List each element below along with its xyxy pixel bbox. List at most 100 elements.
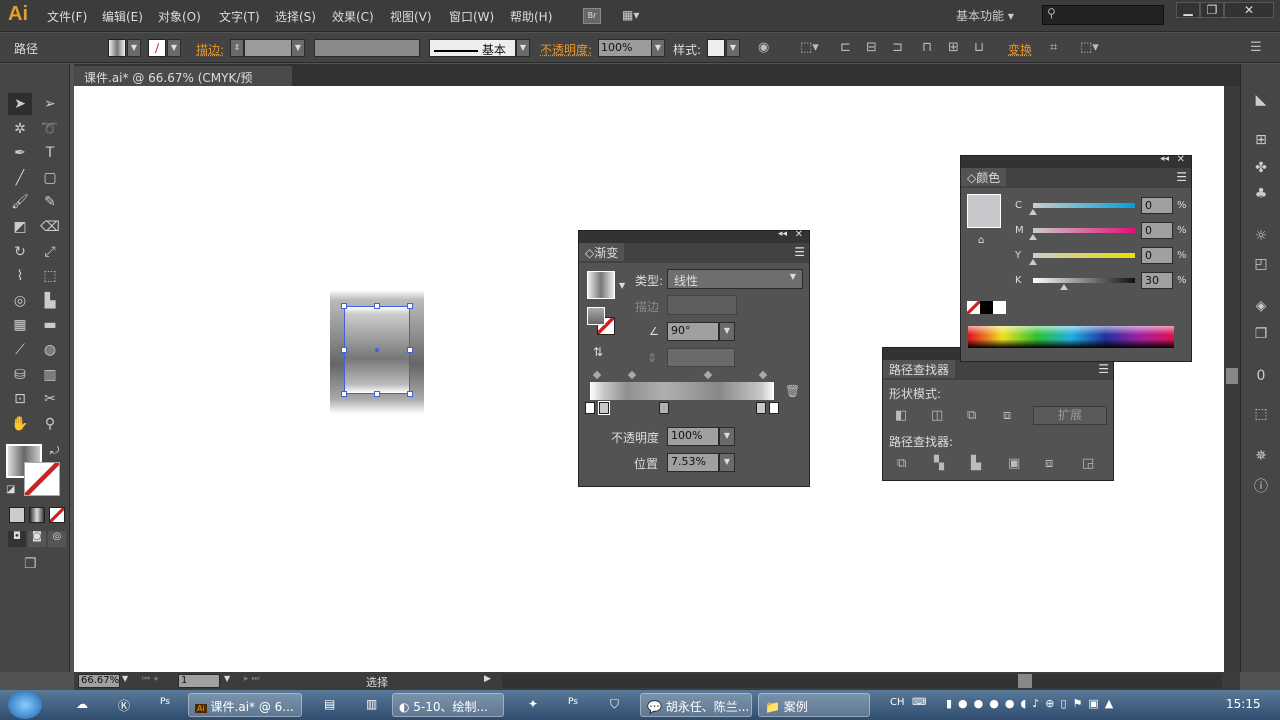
align-right-icon[interactable]: ⊐ [892,40,903,55]
screen-mode-icon[interactable]: ❐ [24,556,37,572]
free-transform-tool-icon[interactable]: ⬚ [38,265,62,287]
panel-header[interactable]: ◂◂ ✕ [961,154,1191,168]
club-symbol-icon[interactable]: ♣ [1251,186,1271,206]
restore-button[interactable]: ❐ [1200,2,1224,18]
gradient-midpoint[interactable] [628,370,637,380]
stroke-weight-dropdown[interactable]: ▼ [291,39,305,57]
next-page-button[interactable]: ▸ ⏭ [244,674,259,684]
intersect-button[interactable]: ⧉ [967,408,976,423]
channel-value-input[interactable]: 30 [1141,272,1173,289]
tab-color[interactable]: ◇颜色 [961,168,1007,186]
perspective-grid-tool-icon[interactable]: ▙ [38,290,62,312]
search-input[interactable]: ⚲ [1042,5,1164,25]
gradient-type-select[interactable]: 线性 ▼ [667,269,803,289]
align-left-icon[interactable]: ⊏ [840,40,851,55]
calculator-icon[interactable]: ▤ [318,693,341,717]
zoom-tool-icon[interactable]: ⚲ [38,413,62,435]
selection-handle[interactable] [341,347,347,353]
workspace-switcher[interactable]: 基本功能 ▾ [956,7,1014,24]
divide-button[interactable]: ⧉ [897,456,906,471]
selection-handle[interactable] [374,303,380,309]
gradient-midpoint[interactable] [593,370,602,380]
taskbar-item-chat[interactable]: 💬 胡永任、陈兰... [640,693,752,717]
collapse-icon[interactable]: ◂◂ [778,229,787,239]
page-dropdown[interactable]: ▼ [224,674,230,683]
stroke-weight-stepper[interactable]: ⇕ [230,39,244,57]
menu-item[interactable]: 文字(T) [219,8,260,25]
isolate-selected-icon[interactable]: ⌗ [1050,40,1057,55]
menu-item[interactable]: 文件(F) [47,8,87,25]
close-panel-icon[interactable]: ✕ [795,229,803,240]
grid-icon[interactable]: ⊞ [1251,132,1271,152]
default-colors-icon[interactable]: ◪ [6,484,15,495]
stop-position-input[interactable]: 7.53% [667,453,719,472]
gradient-stop[interactable] [658,402,669,414]
menu-item[interactable]: 视图(V) [390,8,432,25]
angle-dropdown[interactable]: ▼ [719,322,735,341]
vertical-scroll-thumb[interactable] [1226,368,1238,384]
taskbar-item-browser[interactable]: ◐ 5-10、绘制... [392,693,504,717]
swap-fill-stroke-icon[interactable]: ⤾ [50,444,59,458]
system-tray-icons[interactable]: ▮●●●●◖♪⊕▯⚑▣▲ [940,693,1125,717]
channel-slider-thumb[interactable] [1029,209,1037,215]
artboards-icon[interactable]: ❐ [1251,326,1271,346]
menu-item[interactable]: 帮助(H) [510,8,552,25]
photoshop-icon-2[interactable]: Ps [562,693,584,717]
delete-stop-icon[interactable]: 🗑 [785,384,800,398]
magic-wand-tool-icon[interactable]: ✲ [8,118,32,140]
current-color-swatch[interactable] [967,194,1001,228]
stroke-weight-label[interactable]: 描边: [196,41,224,58]
minimize-button[interactable]: ▁ [1176,2,1200,18]
start-button[interactable] [8,691,42,719]
menu-item[interactable]: 效果(C) [332,8,374,25]
expand-button[interactable]: 扩展 [1033,406,1107,425]
channel-value-input[interactable]: 0 [1141,222,1173,239]
panel-menu-icon[interactable]: ☰ [1098,362,1109,376]
transform-link[interactable]: 变换 [1008,41,1032,58]
color-mode-button[interactable] [9,507,25,523]
style-dropdown[interactable]: ▼ [726,39,740,57]
graphic-style-swatch[interactable] [707,39,725,57]
warp-tool-icon[interactable]: ⌇ [8,265,32,287]
channel-value-input[interactable]: 0 [1141,197,1173,214]
k-app-icon[interactable]: Ⓚ [112,693,136,717]
select-similar-icon[interactable]: ⬚▾ [1080,40,1099,55]
panel-menu-icon[interactable]: ☰ [1176,170,1187,184]
stop-position-dropdown[interactable]: ▼ [719,453,735,472]
merge-button[interactable]: ▙ [971,456,981,471]
horizontal-scroll-thumb[interactable] [1018,674,1032,688]
tab-pathfinder[interactable]: 路径查找器 [883,360,956,378]
info-icon[interactable]: ⓘ [1251,476,1271,496]
rectangle-tool-icon[interactable]: ▢ [38,167,62,189]
align-top-icon[interactable]: ⊓ [922,40,932,55]
close-button[interactable]: ✕ [1224,2,1274,18]
stroke-swatch[interactable]: ∕ [148,39,166,57]
selection-tool-icon[interactable]: ➤ [8,93,32,115]
app-icon-blue[interactable]: ✦ [522,693,544,717]
eraser-tool-icon[interactable]: ⌫ [38,216,62,238]
first-page-button[interactable]: ⏮ ◂ [142,674,157,684]
outline-button[interactable]: ⧈ [1045,456,1053,471]
menu-item[interactable]: 对象(O) [158,8,201,25]
vertical-scrollbar[interactable] [1224,86,1240,672]
gradient-tool-icon[interactable]: ▬ [38,314,62,336]
stroke-dropdown[interactable]: ▼ [167,39,181,57]
channel-slider-k[interactable] [1033,278,1135,283]
rotate-tool-icon[interactable]: ↻ [8,241,32,263]
channel-slider-y[interactable] [1033,253,1135,258]
align-horizontal-center-icon[interactable]: ⊟ [866,40,877,55]
filmstrip-icon[interactable]: ▥ [360,693,383,717]
opacity-input[interactable]: 100% [598,39,652,57]
brush-dropdown[interactable]: ▼ [516,39,530,57]
gradient-midpoint[interactable] [703,370,712,380]
gradient-preset-dropdown[interactable]: ▼ [619,281,625,290]
recolor-artwork-icon[interactable]: ◉ [758,40,769,55]
selection-handle[interactable] [407,347,413,353]
artboard-tool-icon[interactable]: ⊡ [8,388,32,410]
brush-definition-select[interactable]: 基本 [429,39,516,57]
shield-app-icon[interactable]: ⛉ [604,693,625,717]
column-graph-tool-icon[interactable]: ▥ [38,364,62,386]
stop-opacity-dropdown[interactable]: ▼ [719,427,735,446]
photoshop-icon[interactable]: Ps [154,693,176,717]
slice-tool-icon[interactable]: ✂ [38,388,62,410]
